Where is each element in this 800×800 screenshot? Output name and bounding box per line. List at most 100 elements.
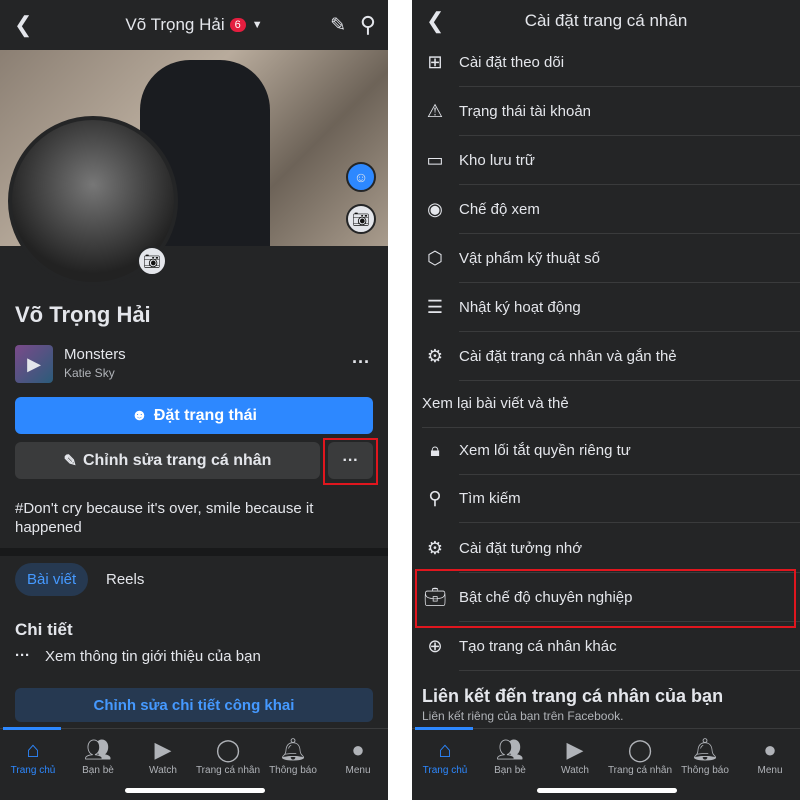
settings-item-label: Tìm kiếm xyxy=(459,474,800,523)
set-status-label: Đặt trạng thái xyxy=(153,406,257,424)
settings-item[interactable]: ☰ Nhật ký hoạt động xyxy=(422,283,800,332)
archive-icon: ▭ xyxy=(426,150,444,170)
friends-icon: 👥︎ xyxy=(84,737,112,762)
settings-item[interactable]: ◉ Chế độ xem xyxy=(422,185,800,234)
nav-label: Thông báo xyxy=(269,765,317,776)
edit-profile-label: Chỉnh sửa trang cá nhân xyxy=(82,451,272,469)
settings-item-label: Nhật ký hoạt động xyxy=(459,283,800,332)
music-cover[interactable]: ▶ xyxy=(15,345,53,383)
nav-watch[interactable]: ▶ Watch xyxy=(542,735,608,776)
bell-icon: 🔔︎ xyxy=(279,737,307,762)
search-icon[interactable]: ⚲ xyxy=(360,12,376,38)
avatar-camera-icon[interactable]: 📷︎ xyxy=(137,246,167,276)
digital-item-icon: ⬡ xyxy=(427,248,443,268)
cover-camera-icon[interactable]: 📷︎ xyxy=(346,204,376,234)
settings-item-label: Tạo trang cá nhân khác xyxy=(459,622,800,671)
home-indicator xyxy=(125,788,265,793)
settings-item[interactable]: Xem lại bài viết và thẻ xyxy=(422,379,800,428)
settings-item-label: Trạng thái tài khoản xyxy=(459,87,800,136)
nav-bell[interactable]: 🔔︎ Thông báo xyxy=(260,735,326,776)
nav-label: Trang cá nhân xyxy=(195,765,261,776)
smile-icon: ☻ xyxy=(131,406,148,424)
header-title: Cài đặt trang cá nhân xyxy=(524,11,688,30)
settings-item[interactable]: 🔒︎ Xem lối tắt quyền riêng tư xyxy=(422,426,800,475)
nav-friends[interactable]: 👥︎ Bạn bè xyxy=(65,735,131,776)
back-icon[interactable]: ❮ xyxy=(426,8,444,34)
memorial-settings-icon: ⚙ xyxy=(426,538,444,558)
settings-item[interactable]: ⊕ Tạo trang cá nhân khác xyxy=(422,622,800,671)
profile-icon: ◯ xyxy=(627,737,653,762)
edit-icon[interactable]: ✎ xyxy=(330,14,346,37)
menu-avatar-icon: ● xyxy=(763,737,777,762)
tab-posts[interactable]: Bài viết xyxy=(15,563,89,596)
settings-item[interactable]: ⚠ Trạng thái tài khoản xyxy=(422,87,800,136)
song-title: Monsters xyxy=(64,346,126,363)
highlight-box xyxy=(323,438,378,485)
nav-label: Thông báo xyxy=(681,765,729,776)
watch-icon: ▶ xyxy=(566,737,584,762)
bio: #Don't cry because it's over, smile beca… xyxy=(15,500,314,536)
back-icon[interactable]: ❮ xyxy=(14,12,32,38)
settings-item-label: Chế độ xem xyxy=(459,185,800,234)
profile-name: Võ Trọng Hải xyxy=(15,302,151,327)
settings-item-label: Kho lưu trữ xyxy=(459,136,800,185)
link-subtitle: Liên kết riêng của bạn trên Facebook. xyxy=(422,709,624,723)
profile-icon: ◯ xyxy=(215,737,241,762)
chevron-down-icon[interactable]: ▼ xyxy=(252,19,263,31)
settings-item[interactable]: ⚲ Tìm kiếm xyxy=(422,474,800,523)
nav-menu-avatar[interactable]: ● Menu xyxy=(325,735,388,776)
nav-label: Bạn bè xyxy=(82,765,114,776)
settings-item[interactable]: ⬡ Vật phẩm kỹ thuật số xyxy=(422,234,800,283)
home-icon: ⌂ xyxy=(26,737,40,762)
settings-item-label: Cài đặt tưởng nhớ xyxy=(459,524,800,573)
song-artist: Katie Sky xyxy=(64,366,115,380)
watch-icon: ▶ xyxy=(154,737,172,762)
notification-badge: 6 xyxy=(229,18,246,32)
nav-menu-avatar[interactable]: ● Menu xyxy=(737,735,800,776)
nav-profile[interactable]: ◯ Trang cá nhân xyxy=(195,735,261,776)
edit-public-details-button[interactable]: Chỉnh sửa chi tiết công khai xyxy=(15,688,373,722)
nav-label: Watch xyxy=(561,765,589,776)
settings-item[interactable]: ⚙ Cài đặt trang cá nhân và gắn thẻ xyxy=(422,332,800,381)
friends-icon: 👥︎ xyxy=(496,737,524,762)
profile-screen: ❮ Võ Trọng Hải 6 ▼ ✎ ⚲ ☺ 📷︎ 📷︎ Võ Trọng … xyxy=(0,0,388,800)
avatar-icon-button[interactable]: ☺ xyxy=(346,162,376,192)
nav-watch[interactable]: ▶ Watch xyxy=(130,735,196,776)
profile-tag-settings-icon: ⚙ xyxy=(426,346,444,366)
nav-home[interactable]: ⌂ Trang chủ xyxy=(412,735,478,776)
settings-item-label: Xem lối tắt quyền riêng tư xyxy=(459,426,800,475)
tab-reels[interactable]: Reels xyxy=(94,563,156,596)
search-icon: ⚲ xyxy=(428,488,442,508)
nav-friends[interactable]: 👥︎ Bạn bè xyxy=(477,735,543,776)
details-more-icon: ··· xyxy=(15,647,30,664)
divider xyxy=(0,548,388,556)
lock-icon: 🔒︎ xyxy=(430,440,440,460)
header-title: Võ Trọng Hải xyxy=(125,15,225,34)
nav-label: Menu xyxy=(345,765,371,776)
set-status-button[interactable]: ☻ Đặt trạng thái xyxy=(15,397,373,434)
settings-item-label: Cài đặt trang cá nhân và gắn thẻ xyxy=(459,332,800,381)
about-link[interactable]: Xem thông tin giới thiệu của bạn xyxy=(45,648,261,665)
settings-item-label: Vật phẩm kỹ thuật số xyxy=(459,234,800,283)
music-more-icon[interactable]: ··· xyxy=(352,352,370,373)
settings-item[interactable]: ⊞ Cài đặt theo dõi xyxy=(422,38,800,87)
settings-item-label: Xem lại bài viết và thẻ xyxy=(422,379,800,428)
settings-item[interactable]: ⚙ Cài đặt tưởng nhớ xyxy=(422,524,800,573)
highlight-box xyxy=(415,569,796,628)
nav-label: Trang chủ xyxy=(10,765,56,776)
nav-label: Trang cá nhân xyxy=(607,765,673,776)
plus-circle-icon: ⊕ xyxy=(427,636,443,656)
bottom-nav: ⌂ Trang chủ 👥︎ Bạn bè ▶ Watch ◯ Trang cá nhân 🔔︎… xyxy=(412,727,800,800)
warning-icon: ⚠ xyxy=(426,101,444,121)
edit-profile-button[interactable]: ✎ Chỉnh sửa trang cá nhân xyxy=(15,442,320,479)
nav-label: Bạn bè xyxy=(494,765,526,776)
active-tab-indicator xyxy=(415,727,473,730)
eye-icon: ◉ xyxy=(427,199,443,219)
menu-avatar-icon: ● xyxy=(351,737,365,762)
follow-settings-icon: ⊞ xyxy=(427,52,443,72)
nav-bell[interactable]: 🔔︎ Thông báo xyxy=(672,735,738,776)
nav-profile[interactable]: ◯ Trang cá nhân xyxy=(607,735,673,776)
nav-label: Menu xyxy=(757,765,783,776)
settings-item[interactable]: ▭ Kho lưu trữ xyxy=(422,136,800,185)
nav-home[interactable]: ⌂ Trang chủ xyxy=(0,735,66,776)
